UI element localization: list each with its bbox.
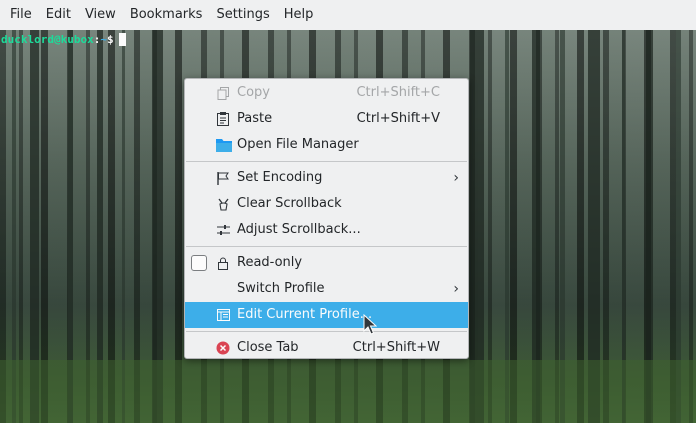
menu-item-read-only[interactable]: Read-only [185,250,468,276]
menu-item-adjust-scrollback-label: Adjust Scrollback... [237,222,361,237]
menu-item-paste-label: Paste [237,111,273,126]
menu-help[interactable]: Help [277,0,321,30]
menu-item-open-file-manager-label: Open File Manager [237,137,359,152]
menu-item-open-file-manager[interactable]: Open File Manager [185,132,468,158]
prompt-symbol: $ [106,33,114,46]
prompt-user: ducklord@kubox [1,33,94,46]
menu-item-paste[interactable]: Paste Ctrl+Shift+V [185,106,468,132]
menu-item-paste-shortcut: Ctrl+Shift+V [356,111,440,126]
menu-file[interactable]: File [3,0,39,30]
menu-item-clear-scrollback-label: Clear Scrollback [237,196,342,211]
paste-icon [216,112,230,126]
mouse-pointer-icon [363,314,377,335]
menu-separator [186,161,467,162]
prompt-path: ~ [100,33,107,46]
menu-item-clear-scrollback[interactable]: Clear Scrollback [185,191,468,217]
profile-icon [216,308,230,322]
menu-item-set-encoding-label: Set Encoding [237,170,323,185]
sliders-icon [216,223,230,237]
menu-item-close-tab-shortcut: Ctrl+Shift+W [352,340,440,355]
context-menu: Copy Ctrl+Shift+C Paste Ctrl+Shift+V Ope… [184,78,469,359]
menu-item-copy[interactable]: Copy Ctrl+Shift+C [185,80,468,106]
menu-item-copy-shortcut: Ctrl+Shift+C [356,85,440,100]
menu-view[interactable]: View [78,0,123,30]
chevron-right-icon: › [453,170,459,186]
menu-item-read-only-label: Read-only [237,255,303,270]
menu-item-close-tab-label: Close Tab [237,340,299,355]
menu-item-copy-label: Copy [237,85,270,100]
menu-edit[interactable]: Edit [39,0,78,30]
chevron-right-icon: › [453,281,459,297]
menu-item-switch-profile-label: Switch Profile [237,281,325,296]
menu-item-switch-profile[interactable]: Switch Profile › [185,276,468,302]
menu-item-adjust-scrollback[interactable]: Adjust Scrollback... [185,217,468,243]
copy-icon [216,86,230,100]
menu-separator [186,246,467,247]
menu-separator [186,331,467,332]
broom-icon [216,197,230,211]
close-tab-icon [216,341,230,355]
folder-icon [216,138,232,152]
menu-settings[interactable]: Settings [209,0,276,30]
menu-bookmarks[interactable]: Bookmarks [123,0,210,30]
menu-item-close-tab[interactable]: Close Tab Ctrl+Shift+W [185,335,468,361]
prompt-separator: : [93,33,101,46]
menu-item-edit-current-profile[interactable]: Edit Current Profile... [185,302,468,328]
text-cursor [118,33,126,46]
lock-icon [216,256,230,270]
flag-icon [216,171,230,185]
shell-prompt: ducklord@kubox : ~ $ [1,33,126,46]
read-only-checkbox[interactable] [191,255,207,271]
menu-item-set-encoding[interactable]: Set Encoding › [185,165,468,191]
menu-bar: File Edit View Bookmarks Settings Help [0,0,696,30]
menu-item-edit-current-profile-label: Edit Current Profile... [237,307,373,322]
